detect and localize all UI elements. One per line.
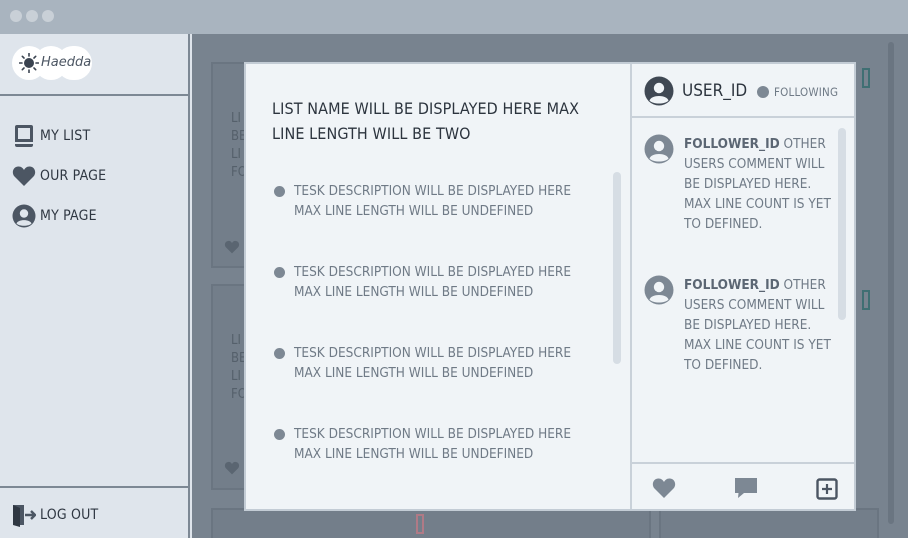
- comment-icon[interactable]: [734, 477, 758, 499]
- follower-id[interactable]: FOLLOWER_ID: [684, 136, 780, 152]
- sidebar: Haedda MY LIST OUR PAGE MY PAGE LOG OUT: [0, 34, 190, 538]
- list-title: LIST NAME WILL BE DISPLAYED HERE MAX LIN…: [272, 99, 580, 143]
- logout-button[interactable]: LOG OUT: [12, 501, 98, 529]
- user-id[interactable]: USER_ID: [682, 81, 747, 101]
- following-button[interactable]: FOLLOWING: [774, 85, 838, 99]
- list-detail-modal: LIST NAME WILL BE DISPLAYED HERE MAX LIN…: [244, 62, 856, 511]
- sidebar-divider: [0, 94, 188, 96]
- avatar[interactable]: [644, 134, 674, 164]
- background-card: [659, 508, 879, 538]
- list-item: TESK DESCRIPTION WILL BE DISPLAYED HERE …: [274, 424, 584, 464]
- background-pink-marker: [416, 514, 424, 534]
- sun-icon: [19, 53, 39, 73]
- task-description: TESK DESCRIPTION WILL BE DISPLAYED HERE …: [294, 264, 572, 300]
- comment-text: FOLLOWER_ID OTHER USERS COMMENT WILL BE …: [684, 136, 831, 232]
- sidebar-item-my-page[interactable]: MY PAGE: [12, 202, 97, 230]
- task-description: TESK DESCRIPTION WILL BE DISPLAYED HERE …: [294, 345, 572, 381]
- bullet-icon: [274, 186, 285, 197]
- background-teal-marker: [862, 290, 870, 310]
- user-header: USER_ID FOLLOWING: [632, 64, 854, 118]
- window-close-dot[interactable]: [10, 10, 22, 22]
- brand-name: Haedda: [41, 55, 92, 70]
- sidebar-item-label: MY LIST: [40, 128, 91, 144]
- window-titlebar: [0, 0, 908, 34]
- book-icon: [12, 124, 36, 148]
- background-teal-marker: [862, 68, 870, 88]
- avatar[interactable]: [644, 275, 674, 305]
- heart-icon[interactable]: [652, 477, 676, 499]
- heart-icon: [12, 164, 36, 188]
- logout-label: LOG OUT: [40, 507, 99, 523]
- task-list-scrollbar[interactable]: [613, 172, 621, 364]
- bullet-icon: [274, 429, 285, 440]
- bullet-icon: [274, 348, 285, 359]
- task-description: TESK DESCRIPTION WILL BE DISPLAYED HERE …: [294, 426, 572, 462]
- list-item: TESK DESCRIPTION WILL BE DISPLAYED HERE …: [274, 343, 584, 383]
- window-minimize-dot[interactable]: [26, 10, 38, 22]
- sidebar-item-our-page[interactable]: OUR PAGE: [12, 162, 106, 190]
- comments-scrollbar[interactable]: [838, 128, 846, 320]
- window-maximize-dot[interactable]: [42, 10, 54, 22]
- add-icon[interactable]: [816, 478, 838, 500]
- background-scrollbar[interactable]: [888, 42, 894, 524]
- comments-pane: USER_ID FOLLOWING FOLLOWER_ID OTHER USER…: [632, 64, 854, 509]
- sidebar-item-my-list[interactable]: MY LIST: [12, 122, 90, 150]
- heart-icon: [224, 240, 240, 254]
- user-icon: [12, 204, 36, 228]
- list-item: TESK DESCRIPTION WILL BE DISPLAYED HERE …: [274, 262, 584, 302]
- sidebar-item-label: OUR PAGE: [40, 168, 107, 184]
- sidebar-item-label: MY PAGE: [40, 208, 97, 224]
- heart-icon: [224, 461, 240, 475]
- task-list-pane: LIST NAME WILL BE DISPLAYED HERE MAX LIN…: [246, 64, 631, 509]
- avatar[interactable]: [644, 76, 674, 106]
- task-description: TESK DESCRIPTION WILL BE DISPLAYED HERE …: [294, 183, 572, 219]
- background-card: [211, 508, 651, 538]
- list-item: TESK DESCRIPTION WILL BE DISPLAYED HERE …: [274, 181, 584, 221]
- logout-icon: [12, 503, 36, 527]
- action-bar: [632, 462, 854, 509]
- bullet-icon: [274, 267, 285, 278]
- app-logo[interactable]: Haedda: [12, 46, 94, 80]
- following-status-icon: [757, 86, 769, 98]
- sidebar-divider: [0, 486, 188, 488]
- follower-id[interactable]: FOLLOWER_ID: [684, 277, 780, 293]
- comment-text: FOLLOWER_ID OTHER USERS COMMENT WILL BE …: [684, 277, 831, 373]
